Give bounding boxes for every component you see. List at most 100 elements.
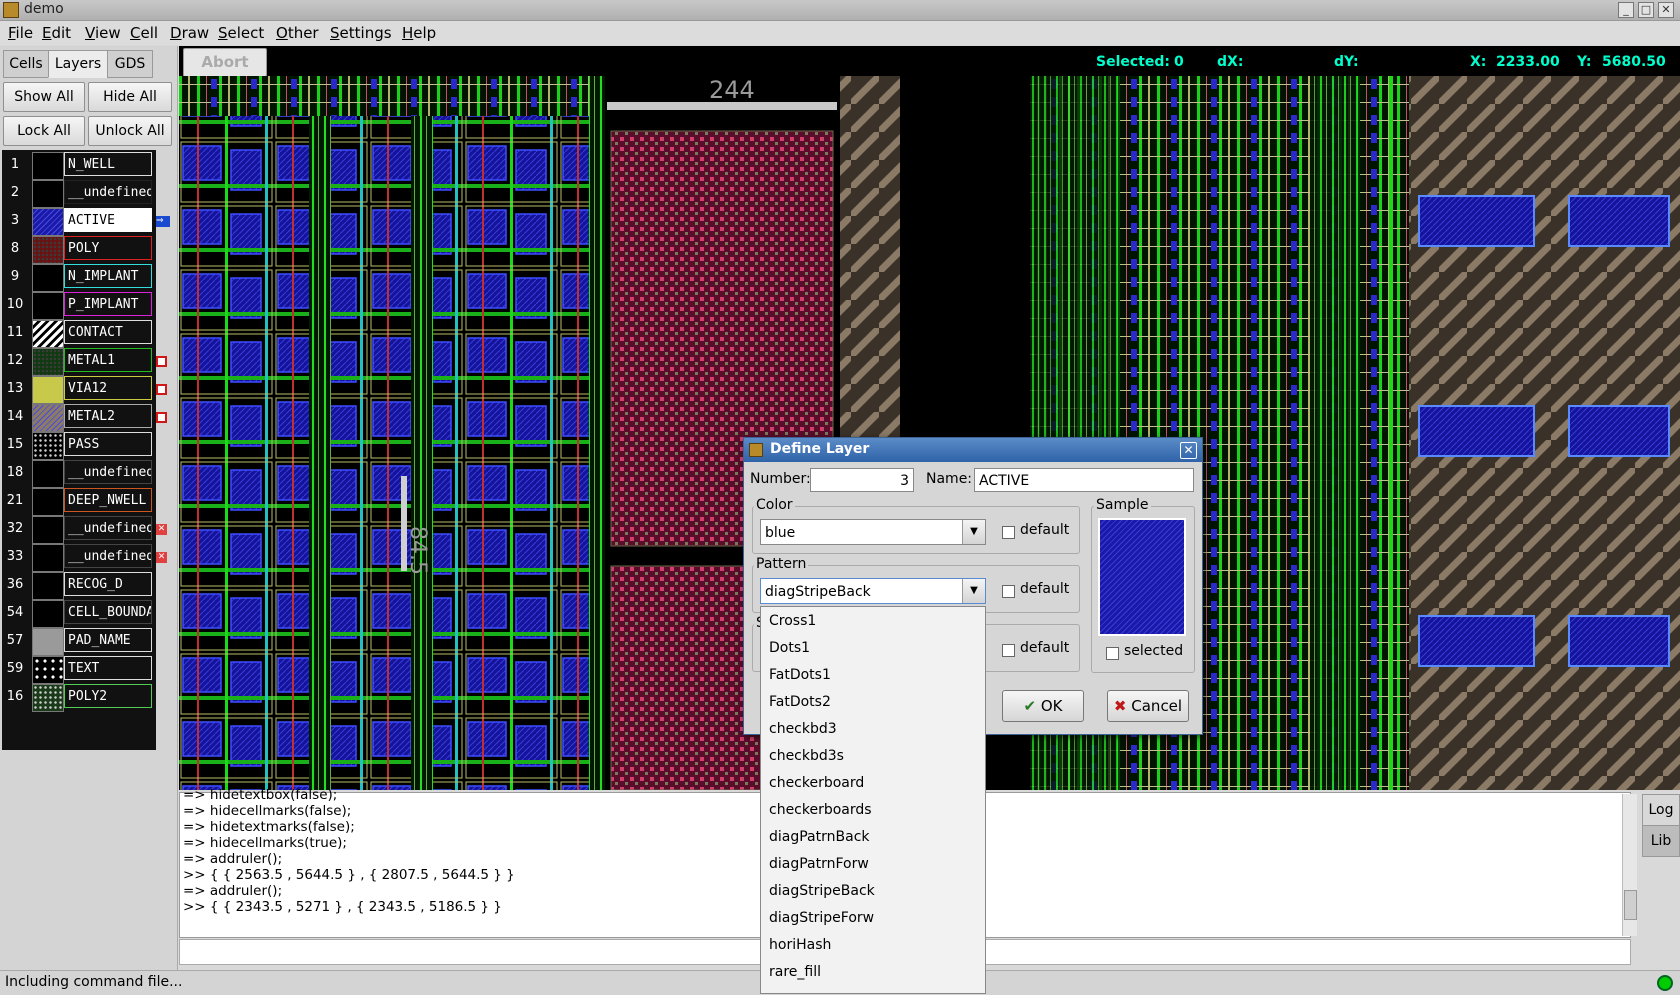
layer-swatch[interactable] xyxy=(32,348,64,376)
lock-all-button[interactable]: Lock All xyxy=(3,116,85,146)
layer-name[interactable]: POLY xyxy=(64,236,152,260)
layer-row[interactable]: 54 CELL_BOUNDARY xyxy=(2,598,156,628)
unlock-all-button[interactable]: Unlock All xyxy=(88,116,172,146)
layer-row[interactable]: 10 P_IMPLANT xyxy=(2,290,156,320)
layer-swatch[interactable] xyxy=(32,180,64,208)
layer-name[interactable]: __undefined xyxy=(64,544,152,568)
layer-name[interactable]: N_IMPLANT xyxy=(64,264,152,288)
layer-swatch[interactable] xyxy=(32,376,64,404)
layer-name[interactable]: ACTIVE xyxy=(64,208,152,232)
layer-name[interactable]: P_IMPLANT xyxy=(64,292,152,316)
pattern-dropdown-list[interactable]: Cross1 Dots1 FatDots1 FatDots2 checkbd3 check… xyxy=(760,606,986,994)
layer-row[interactable]: 59 TEXT xyxy=(2,654,156,684)
menu-help[interactable]: Help xyxy=(402,24,436,42)
number-field[interactable]: 3 xyxy=(810,468,914,492)
dialog-close-icon[interactable]: ✕ xyxy=(1180,442,1197,459)
menu-file[interactable]: File xyxy=(8,24,33,42)
color-default-checkbox[interactable] xyxy=(1002,526,1015,539)
pattern-option[interactable]: checkbd3 xyxy=(769,721,837,737)
tab-cells[interactable]: Cells xyxy=(3,50,49,78)
layer-swatch[interactable] xyxy=(32,292,64,320)
layer-row[interactable]: 2 __undefined xyxy=(2,178,156,208)
layer-swatch[interactable] xyxy=(32,544,64,572)
pattern-option[interactable]: Dots1 xyxy=(769,640,810,656)
pattern-default-checkbox[interactable] xyxy=(1002,585,1015,598)
layer-name[interactable]: TEXT xyxy=(64,656,152,680)
show-all-button[interactable]: Show All xyxy=(3,82,85,112)
lock-icon[interactable] xyxy=(156,412,167,423)
scrollbar-thumb[interactable] xyxy=(1624,890,1637,920)
layer-name[interactable]: METAL2 xyxy=(64,404,152,428)
menu-edit[interactable]: Edit xyxy=(42,24,71,42)
layer-name[interactable]: METAL1 xyxy=(64,348,152,372)
menu-draw[interactable]: Draw xyxy=(170,24,209,42)
active-arrow-icon[interactable]: ⇒ xyxy=(156,216,170,227)
layer-swatch[interactable] xyxy=(32,432,64,460)
layer-name[interactable]: CELL_BOUNDARY xyxy=(64,600,152,624)
pattern-option[interactable]: FatDots2 xyxy=(769,694,831,710)
tab-log[interactable]: Log xyxy=(1642,794,1680,826)
pattern-option[interactable]: diagPatrnBack xyxy=(769,829,870,845)
layer-row[interactable]: 16 POLY2 xyxy=(2,682,156,712)
layer-name[interactable]: VIA12 xyxy=(64,376,152,400)
layer-row[interactable]: 9 N_IMPLANT xyxy=(2,262,156,292)
layer-row[interactable]: 32 __undefined xyxy=(2,514,156,544)
layer-row[interactable]: 33 __undefined xyxy=(2,542,156,572)
close-icon[interactable]: ✕ xyxy=(1658,2,1674,18)
layer-row[interactable]: 57 PAD_NAME xyxy=(2,626,156,656)
pattern-option[interactable]: FatDots1 xyxy=(769,667,831,683)
ok-button[interactable]: ✔ OK xyxy=(1002,690,1084,722)
layer-name[interactable]: CONTACT xyxy=(64,320,152,344)
third-default-checkbox[interactable] xyxy=(1002,644,1015,657)
layer-name[interactable]: DEEP_NWELL xyxy=(64,488,152,512)
maximize-icon[interactable]: □ xyxy=(1638,2,1654,18)
layer-name[interactable]: PASS xyxy=(64,432,152,456)
chevron-down-icon[interactable]: ▼ xyxy=(962,520,985,544)
layer-swatch[interactable] xyxy=(32,208,64,236)
name-field[interactable]: ACTIVE xyxy=(974,468,1194,492)
layer-swatch[interactable] xyxy=(32,656,64,684)
tab-layers[interactable]: Layers xyxy=(48,50,108,78)
layer-swatch[interactable] xyxy=(32,684,64,712)
layer-name[interactable]: __undefined xyxy=(64,180,152,204)
layer-swatch[interactable] xyxy=(32,460,64,488)
layer-swatch[interactable] xyxy=(32,516,64,544)
layer-swatch[interactable] xyxy=(32,152,64,180)
layer-swatch[interactable] xyxy=(32,404,64,432)
lock-icon[interactable] xyxy=(156,356,167,367)
chevron-down-icon[interactable]: ▼ xyxy=(962,579,985,603)
layer-row[interactable]: 14 METAL2 xyxy=(2,402,156,432)
layer-row[interactable]: 13 VIA12 xyxy=(2,374,156,404)
layer-name[interactable]: __undefined xyxy=(64,516,152,540)
pattern-option[interactable]: diagStripeForw xyxy=(769,910,874,926)
pattern-option[interactable]: diagPatrnForw xyxy=(769,856,869,872)
layer-row[interactable]: 3 ACTIVE xyxy=(2,206,156,236)
pattern-option[interactable]: checkerboards xyxy=(769,802,872,818)
layer-swatch[interactable] xyxy=(32,236,64,264)
pattern-option[interactable]: checkbd3s xyxy=(769,748,844,764)
hidden-x-icon[interactable]: ✕ xyxy=(156,524,167,535)
menu-other[interactable]: Other xyxy=(276,24,319,42)
layer-row[interactable]: 12 METAL1 xyxy=(2,346,156,376)
pattern-option[interactable]: diagStripeBack xyxy=(769,883,875,899)
menu-view[interactable]: View xyxy=(85,24,121,42)
tab-gds[interactable]: GDS xyxy=(107,50,153,78)
layer-row[interactable]: 21 DEEP_NWELL xyxy=(2,486,156,516)
cancel-button[interactable]: ✖ Cancel xyxy=(1107,690,1189,722)
hidden-x-icon[interactable]: ✕ xyxy=(156,552,167,563)
lock-icon[interactable] xyxy=(156,384,167,395)
menu-cell[interactable]: Cell xyxy=(130,24,158,42)
layer-swatch[interactable] xyxy=(32,264,64,292)
pattern-option[interactable]: Cross1 xyxy=(769,613,816,629)
menu-select[interactable]: Select xyxy=(218,24,264,42)
pattern-select[interactable]: diagStripeBack ▼ xyxy=(760,578,986,604)
console-scrollbar[interactable] xyxy=(1622,794,1637,936)
menu-settings[interactable]: Settings xyxy=(330,24,392,42)
pattern-option[interactable]: checkerboard xyxy=(769,775,864,791)
abort-button[interactable]: Abort xyxy=(183,48,267,77)
hide-all-button[interactable]: Hide All xyxy=(88,82,172,112)
layer-swatch[interactable] xyxy=(32,320,64,348)
layer-name[interactable]: __undefined xyxy=(64,460,152,484)
layer-row[interactable]: 18 __undefined xyxy=(2,458,156,488)
tab-lib[interactable]: Lib xyxy=(1642,825,1680,857)
